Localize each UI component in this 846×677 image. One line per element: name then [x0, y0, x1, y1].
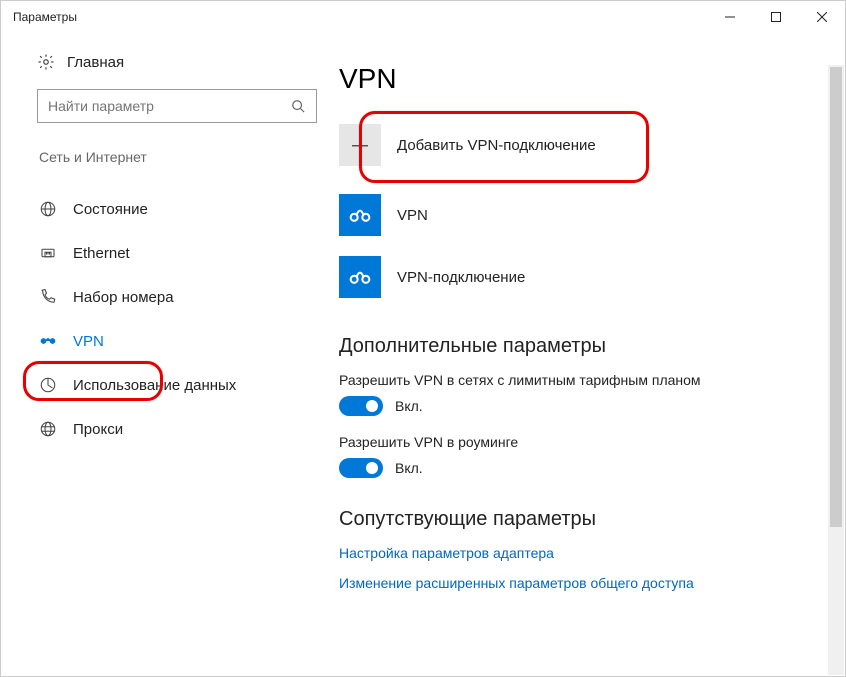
- toggle-roaming[interactable]: [339, 458, 383, 478]
- add-vpn-button[interactable]: ＋ Добавить VPN-подключение: [339, 117, 815, 173]
- sidebar-item-label: Состояние: [73, 201, 148, 218]
- plus-icon: ＋: [349, 129, 371, 161]
- sidebar-item-ethernet[interactable]: Ethernet: [37, 231, 313, 275]
- close-icon: [817, 12, 827, 22]
- category-label: Сеть и Интернет: [39, 149, 313, 165]
- minimize-icon: [725, 12, 735, 22]
- sidebar-item-label: Ethernet: [73, 245, 130, 262]
- phone-icon: [39, 288, 57, 306]
- link-adapter-settings[interactable]: Настройка параметров адаптера: [339, 545, 815, 561]
- toggle-row-roaming: Вкл.: [339, 458, 815, 478]
- minimize-button[interactable]: [707, 1, 753, 33]
- sidebar-item-label: Набор номера: [73, 289, 174, 306]
- toggle-state-metered: Вкл.: [395, 398, 423, 414]
- maximize-button[interactable]: [753, 1, 799, 33]
- window-controls: [707, 1, 845, 33]
- scrollbar[interactable]: [828, 65, 844, 675]
- vpn-connection-label: VPN-подключение: [397, 269, 525, 286]
- toggle-state-roaming: Вкл.: [395, 460, 423, 476]
- search-icon: [280, 99, 316, 113]
- related-heading: Сопутствующие параметры: [339, 508, 815, 531]
- link-sharing-settings[interactable]: Изменение расширенных параметров общего …: [339, 575, 815, 591]
- proxy-icon: [39, 420, 57, 438]
- sidebar-item-status[interactable]: Состояние: [37, 187, 313, 231]
- search-box[interactable]: [37, 89, 317, 123]
- window-title: Параметры: [13, 10, 707, 24]
- globe-icon: [39, 200, 57, 218]
- main-panel: VPN ＋ Добавить VPN-подключение VPN VPN-п…: [331, 33, 845, 676]
- home-button[interactable]: Главная: [37, 53, 313, 71]
- vpn-connection-item[interactable]: VPN: [339, 187, 815, 243]
- toggle-row-metered: Вкл.: [339, 396, 815, 416]
- vpn-icon: [39, 332, 57, 350]
- sidebar: Главная Сеть и Интернет Состояние Ethern…: [1, 33, 331, 676]
- vpn-tile: [339, 256, 381, 298]
- vpn-connection-label: VPN: [397, 207, 428, 224]
- setting-label-roaming: Разрешить VPN в роуминге: [339, 434, 815, 450]
- search-input[interactable]: [38, 98, 280, 114]
- sidebar-item-label: Использование данных: [73, 377, 236, 394]
- toggle-knob: [366, 400, 378, 412]
- vpn-tile-icon: [346, 263, 374, 291]
- vpn-tile-icon: [346, 201, 374, 229]
- ethernet-icon: [39, 244, 57, 262]
- nav-list: Состояние Ethernet Набор номера VPN: [37, 187, 313, 451]
- toggle-knob: [366, 462, 378, 474]
- gear-icon: [37, 53, 55, 71]
- vpn-tile: [339, 194, 381, 236]
- sidebar-item-proxy[interactable]: Прокси: [37, 407, 313, 451]
- vpn-connection-item[interactable]: VPN-подключение: [339, 249, 815, 305]
- sidebar-item-dialup[interactable]: Набор номера: [37, 275, 313, 319]
- sidebar-item-label: Прокси: [73, 421, 123, 438]
- add-vpn-label: Добавить VPN-подключение: [397, 137, 596, 154]
- sidebar-item-datausage[interactable]: Использование данных: [37, 363, 313, 407]
- add-tile: ＋: [339, 124, 381, 166]
- scrollbar-thumb[interactable]: [830, 67, 842, 527]
- advanced-heading: Дополнительные параметры: [339, 335, 815, 358]
- maximize-icon: [771, 12, 781, 22]
- data-usage-icon: [39, 376, 57, 394]
- home-label: Главная: [67, 54, 124, 71]
- titlebar: Параметры: [1, 1, 845, 33]
- sidebar-item-vpn[interactable]: VPN: [37, 319, 313, 363]
- setting-label-metered: Разрешить VPN в сетях с лимитным тарифны…: [339, 372, 815, 388]
- sidebar-item-label: VPN: [73, 333, 104, 350]
- toggle-metered[interactable]: [339, 396, 383, 416]
- close-button[interactable]: [799, 1, 845, 33]
- page-title: VPN: [339, 63, 815, 95]
